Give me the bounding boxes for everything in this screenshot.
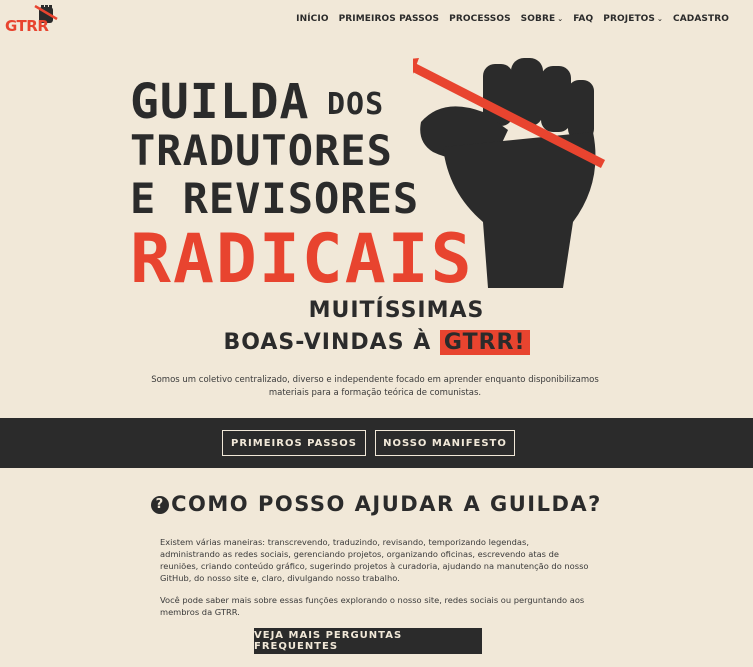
first-steps-button[interactable]: PRIMEIROS PASSOS — [222, 430, 366, 456]
nav-item-projetos[interactable]: PROJETOS ⌄ — [603, 14, 663, 24]
help-section-title: ? COMO POSSO AJUDAR A GUILDA? — [0, 492, 753, 516]
nav-item-faq[interactable]: FAQ — [573, 14, 593, 24]
intro-text: Somos um coletivo centralizado, diverso … — [151, 375, 599, 398]
welcome-highlight-gtrr: GTRR! — [439, 330, 530, 355]
welcome-line-1: MUITÍSSIMAS — [308, 298, 485, 323]
hero-line-tradutores: TRADUTORES — [130, 126, 393, 175]
logo-text: GTRR — [5, 17, 49, 35]
raised-fist-with-pen-icon — [413, 58, 606, 288]
nav-item-processos[interactable]: PROCESSOS — [449, 14, 511, 24]
nav-item-inicio[interactable]: INÍCIO — [296, 14, 328, 24]
main-menu: INÍCIO PRIMEIROS PASSOS PROCESSOS SOBRE ⌄… — [296, 14, 729, 24]
nav-item-primeiros-passos[interactable]: PRIMEIROS PASSOS — [339, 14, 440, 24]
nav-item-projetos-label: PROJETOS — [603, 14, 656, 24]
hero-line-guilda: GUILDA — [130, 74, 310, 130]
chevron-down-icon: ⌄ — [557, 15, 564, 23]
nav-item-sobre[interactable]: SOBRE ⌄ — [521, 14, 564, 24]
help-paragraph-2: Você pode saber mais sobre essas funções… — [160, 595, 585, 618]
top-navigation: GTRR INÍCIO PRIMEIROS PASSOS PROCESSOS S… — [0, 0, 753, 40]
help-title-text: COMO POSSO AJUDAR A GUILDA? — [171, 492, 602, 516]
hero-line-dos: DOS — [327, 87, 385, 122]
help-paragraph-1: Existem várias maneiras: transcrevendo, … — [160, 537, 589, 584]
cta-band: PRIMEIROS PASSOS NOSSO MANIFESTO — [0, 418, 753, 468]
manifesto-button[interactable]: NOSSO MANIFESTO — [375, 430, 515, 456]
nav-item-sobre-label: SOBRE — [520, 14, 556, 24]
faq-button[interactable]: VEJA MAIS PERGUNTAS FREQUENTES — [254, 628, 482, 654]
welcome-prefix: BOAS-VINDAS À — [223, 330, 432, 355]
help-icon: ? — [151, 496, 170, 514]
gtrr-logo[interactable]: GTRR — [5, 4, 63, 37]
welcome-line-2: BOAS-VINDAS À GTRR! — [0, 330, 753, 355]
chevron-down-icon: ⌄ — [657, 15, 663, 23]
hero-line-revisores: E REVISORES — [130, 174, 420, 223]
nav-item-cadastro[interactable]: CADASTRO — [673, 14, 729, 24]
